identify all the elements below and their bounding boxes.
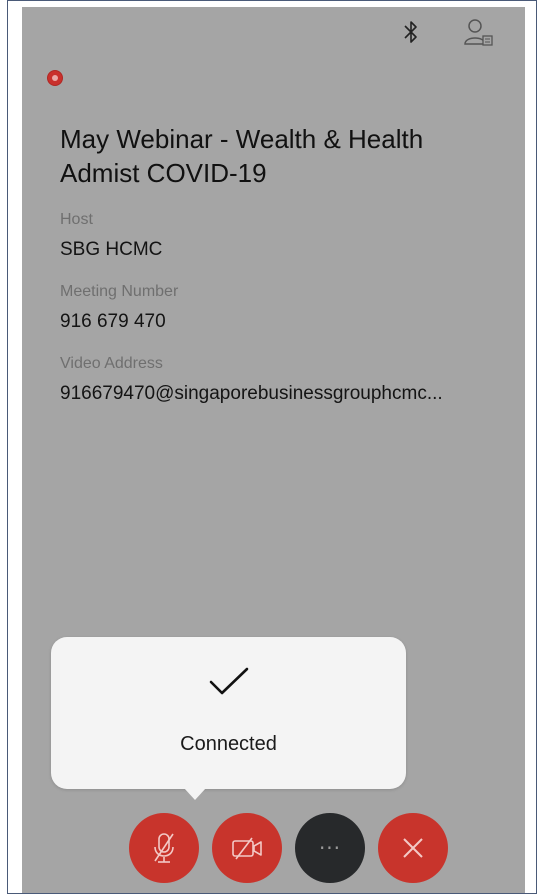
checkmark-icon [51,665,406,704]
close-icon [403,838,423,858]
meeting-screen: May Webinar - Wealth & Health Admist COV… [22,7,525,893]
bluetooth-icon[interactable] [400,17,422,47]
video-off-icon [232,837,262,860]
connected-toast: Connected [51,637,406,800]
screenshot-frame: May Webinar - Wealth & Health Admist COV… [7,0,537,894]
video-button[interactable] [212,813,282,883]
end-call-button[interactable] [378,813,448,883]
recording-indicator-icon [48,71,62,85]
contact-card-icon[interactable] [462,17,494,47]
host-value: SBG HCMC [60,239,163,260]
host-label: Host [60,211,93,228]
toast-message: Connected [180,733,277,755]
more-options-button[interactable]: ··· [295,813,365,883]
microphone-muted-icon [154,833,174,863]
meeting-number-value: 916 679 470 [60,311,166,332]
meeting-number-label: Meeting Number [60,283,179,300]
mute-button[interactable] [129,813,199,883]
video-address-label: Video Address [60,355,163,372]
toast-pointer [184,788,206,800]
more-icon: ··· [318,836,342,860]
video-address-value[interactable]: 916679470@singaporebusinessgrouphcmc... [60,383,443,405]
meeting-title: May Webinar - Wealth & Health Admist COV… [60,124,424,188]
